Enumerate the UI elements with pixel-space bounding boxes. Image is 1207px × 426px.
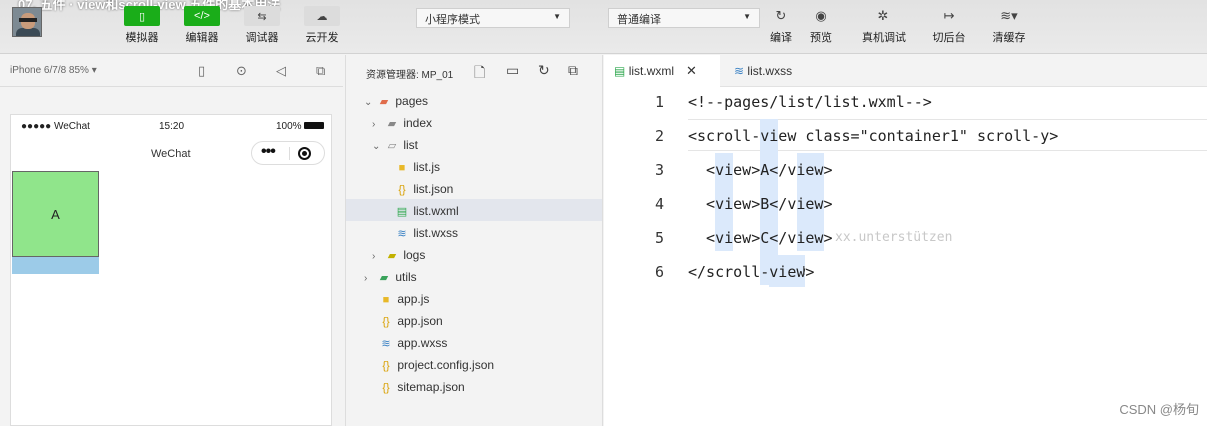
tree-item-sitemap[interactable]: {} sitemap.json	[378, 376, 464, 398]
tree-item-index[interactable]: › ▰ index	[372, 112, 432, 134]
capsule-menu[interactable]: •••	[251, 141, 325, 165]
dropdown-arrow-icon: ▼	[743, 12, 751, 21]
nav-bar: WeChat •••	[11, 137, 331, 167]
phone-screen: ●●●●● WeChat 15:20 100% WeChat ••• A	[10, 114, 332, 426]
file-explorer: 资源管理器: MP_01 🗋 ▭ ↻ ⧉ ⌄ ▰ pages › ▰ index ⌄…	[345, 55, 603, 426]
tab-list-wxss[interactable]: ≋ list.wxss	[728, 55, 828, 87]
code-icon: </>	[184, 6, 220, 26]
clear-cache-button[interactable]: ≋▾ 清缓存	[988, 6, 1030, 45]
explorer-header: 资源管理器: MP_01 🗋 ▭ ↻ ⧉	[346, 55, 604, 87]
bug-icon: ✲	[877, 8, 889, 23]
text-cursor-icon: I	[802, 263, 806, 278]
folder-icon: ▰	[379, 272, 389, 284]
folder-open-icon: ▱	[387, 140, 397, 152]
tree-item-list-wxml[interactable]: ▤ list.wxml	[394, 200, 459, 222]
tree-item-pages[interactable]: ⌄ ▰ pages	[364, 90, 428, 112]
js-file-icon: ■	[382, 294, 390, 306]
compile-select[interactable]: 普通编译 ▼	[608, 8, 760, 28]
code-line: 3 <view>A</view>	[654, 161, 833, 179]
refresh-icon: ↻	[775, 8, 787, 23]
explorer-title: 资源管理器: MP_01	[366, 70, 454, 81]
avatar[interactable]	[12, 7, 42, 37]
tree-item-project-config[interactable]: {} project.config.json	[378, 354, 494, 376]
json-file-icon: {}	[398, 184, 406, 196]
close-mini-program-icon[interactable]	[298, 147, 311, 160]
switch-icon: ↦	[943, 8, 955, 23]
layers-icon: ≋▾	[1000, 8, 1018, 23]
editor-button[interactable]: </> 编辑器	[182, 6, 222, 45]
view-box-b	[12, 257, 99, 274]
close-icon[interactable]: ✕	[686, 63, 697, 78]
folder-icon: ▰	[379, 96, 389, 108]
mode-select[interactable]: 小程序模式 ▼	[416, 8, 570, 28]
new-folder-icon[interactable]: ▭	[506, 62, 519, 79]
wxml-file-icon: ▤	[614, 64, 626, 78]
tree-item-app-wxss[interactable]: ≋ app.wxss	[378, 332, 447, 354]
json-file-icon: {}	[382, 382, 390, 394]
status-bar: ●●●●● WeChat 15:20 100%	[11, 115, 331, 137]
debug-icon: ⇆	[244, 6, 280, 26]
tree-item-logs[interactable]: › ▰ logs	[372, 244, 425, 266]
simulator-button[interactable]: ▯ 模拟器	[122, 6, 162, 45]
ghost-text: xx.unterstützen	[835, 230, 953, 245]
tree-item-list-json[interactable]: {} list.json	[394, 178, 453, 200]
devtools-window: 07. 五件 · view和scroll-view 五件的基本用法 ▯ 模拟器 …	[0, 0, 1207, 426]
tree-item-list[interactable]: ⌄ ▱ list	[372, 134, 418, 156]
watermark: CSDN @杨旬	[1119, 402, 1199, 417]
tree-item-utils[interactable]: › ▰ utils	[364, 266, 417, 288]
code-line: 2 <scroll-view class="container1" scroll-…	[654, 127, 1059, 145]
json-file-icon: {}	[382, 360, 390, 372]
tree-item-app-js[interactable]: ■ app.js	[378, 288, 430, 310]
folder-icon: ▰	[387, 250, 397, 262]
compile-button[interactable]: ↻ 编译	[760, 6, 802, 45]
phone-rotate-icon[interactable]: ▯	[198, 63, 205, 79]
preview-button[interactable]: ◉ 预览	[800, 6, 842, 45]
volume-icon[interactable]: ◁	[276, 63, 286, 79]
view-box-a: A	[12, 171, 99, 257]
folder-icon: ▰	[387, 118, 397, 130]
wxss-file-icon: ≋	[734, 64, 745, 78]
window-icon[interactable]: ⧉	[316, 63, 325, 79]
js-file-icon: ■	[398, 162, 406, 174]
phone-icon: ▯	[124, 6, 160, 26]
wxss-file-icon: ≋	[397, 228, 407, 240]
device-select[interactable]: iPhone 6/7/8 85% ▾	[10, 65, 97, 76]
tree-item-list-wxss[interactable]: ≋ list.wxss	[394, 222, 458, 244]
dropdown-arrow-icon: ▼	[553, 12, 561, 21]
real-device-debug-button[interactable]: ✲ 真机调试	[862, 6, 906, 45]
eye-icon: ◉	[815, 8, 827, 23]
more-icon[interactable]: •••	[261, 143, 276, 161]
debugger-button[interactable]: ⇆ 调试器	[242, 6, 282, 45]
json-file-icon: {}	[382, 316, 390, 328]
cloud-icon: ☁	[304, 6, 340, 26]
battery-icon	[304, 122, 324, 129]
wxml-file-icon: ▤	[396, 206, 408, 218]
editor-tabs: ▤ list.wxml ✕ ≋ list.wxss	[604, 55, 1207, 87]
wxss-file-icon: ≋	[381, 338, 391, 350]
tree-item-app-json[interactable]: {} app.json	[378, 310, 442, 332]
collapse-icon[interactable]: ⧉	[568, 62, 578, 79]
code-line: 1 <!--pages/list/list.wxml-->	[654, 93, 932, 111]
tree-item-list-js[interactable]: ■ list.js	[394, 156, 440, 178]
refresh-icon[interactable]: ↻	[538, 62, 550, 79]
code-line: 5 <view>C</view> xx.unterstützen	[604, 221, 1207, 255]
code-line: 6 </scroll-view>	[654, 263, 815, 281]
tab-list-wxml[interactable]: ▤ list.wxml ✕	[604, 55, 720, 87]
code-line: 4 <view>B</view>	[654, 195, 833, 213]
record-icon[interactable]: ⊙	[236, 63, 247, 79]
simulator-header: iPhone 6/7/8 85% ▾ ▯ ⊙ ◁ ⧉	[0, 55, 343, 87]
selected-row-highlight	[346, 199, 602, 221]
backstage-button[interactable]: ↦ 切后台	[928, 6, 970, 45]
code-editor[interactable]: ▤ list.wxml ✕ ≋ list.wxss 1 <!--pages/list…	[604, 55, 1207, 426]
cloud-dev-button[interactable]: ☁ 云开发	[302, 6, 342, 45]
new-file-icon[interactable]: 🗋	[474, 62, 485, 86]
toolbar: 07. 五件 · view和scroll-view 五件的基本用法 ▯ 模拟器 …	[0, 0, 1207, 54]
